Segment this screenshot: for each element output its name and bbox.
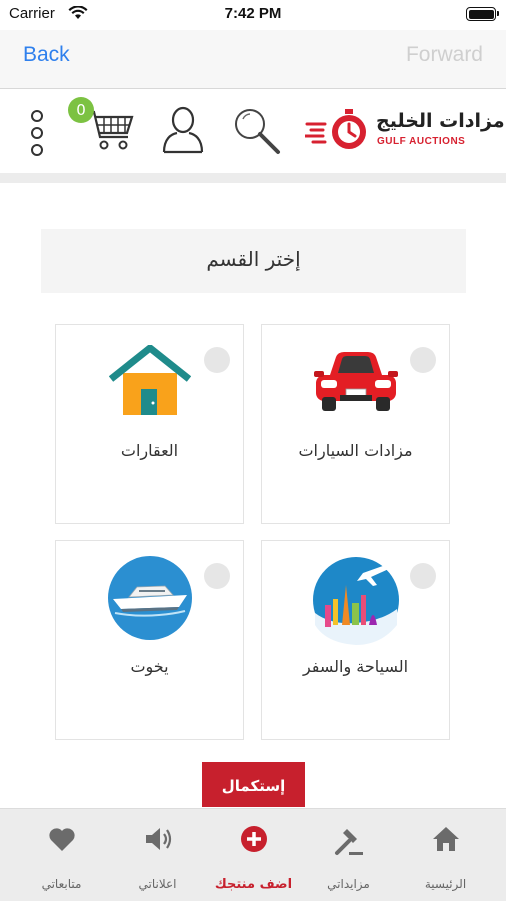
- section-header: إختر القسم: [41, 229, 466, 293]
- category-label: السياحة والسفر: [302, 657, 409, 676]
- tab-add-product[interactable]: اضف منتجك: [203, 809, 304, 901]
- forward-button[interactable]: Forward: [406, 43, 483, 67]
- category-card-cars[interactable]: مزادات السيارات: [261, 324, 450, 524]
- tab-bar: الرئيسية مزايداتي اضف منتجك اعلاناتي متا…: [0, 808, 506, 901]
- cart-count-badge: 0: [68, 97, 94, 123]
- tab-label: اعلاناتي: [138, 877, 177, 891]
- continue-button[interactable]: إستكمال: [202, 762, 305, 807]
- header-divider: [0, 173, 506, 183]
- more-menu-icon[interactable]: [31, 110, 45, 156]
- logo-title: مزادات الخليج: [376, 110, 505, 132]
- tab-label: اضف منتجك: [214, 877, 293, 892]
- tab-label: الرئيسية: [424, 877, 467, 891]
- back-button[interactable]: Back: [23, 43, 70, 67]
- battery-icon: [466, 7, 499, 21]
- logo-subtitle: GULF AUCTIONS: [377, 136, 466, 147]
- tab-following[interactable]: متابعاتي: [11, 809, 112, 901]
- radio-button[interactable]: [204, 563, 230, 589]
- status-time: 7:42 PM: [224, 5, 282, 22]
- radio-button[interactable]: [204, 347, 230, 373]
- tab-label: مزايداتي: [327, 877, 370, 891]
- car-icon: [313, 352, 398, 411]
- travel-icon: [312, 557, 399, 645]
- speaker-icon: [145, 828, 171, 850]
- category-label: العقارات: [120, 441, 179, 460]
- home-icon: [432, 827, 459, 851]
- gulf-auctions-logo[interactable]: مزادات الخليج GULF AUCTIONS: [305, 106, 505, 154]
- heart-icon: [48, 828, 75, 851]
- tab-home[interactable]: الرئيسية: [395, 809, 496, 901]
- gavel-icon: [334, 829, 363, 855]
- add-circle-icon: [240, 826, 267, 852]
- house-icon: [108, 345, 191, 415]
- status-bar: Carrier 7:42 PM: [0, 0, 506, 30]
- category-card-real-estate[interactable]: العقارات: [55, 324, 244, 524]
- logo-stopwatch-icon: [305, 109, 366, 149]
- section-title: إختر القسم: [206, 247, 301, 271]
- tab-my-ads[interactable]: اعلاناتي: [107, 809, 208, 901]
- search-icon[interactable]: [231, 105, 283, 157]
- tab-my-bids[interactable]: مزايداتي: [298, 809, 399, 901]
- radio-button[interactable]: [410, 563, 436, 589]
- tab-label: متابعاتي: [41, 877, 82, 891]
- category-card-yachts[interactable]: يخوت: [55, 540, 244, 740]
- category-card-travel[interactable]: السياحة والسفر: [261, 540, 450, 740]
- category-label: مزادات السيارات: [298, 441, 413, 460]
- radio-button[interactable]: [410, 347, 436, 373]
- category-label: يخوت: [130, 657, 169, 676]
- user-icon[interactable]: [161, 105, 205, 155]
- navigation-bar: Back Forward: [0, 30, 506, 89]
- yacht-icon: [107, 556, 192, 640]
